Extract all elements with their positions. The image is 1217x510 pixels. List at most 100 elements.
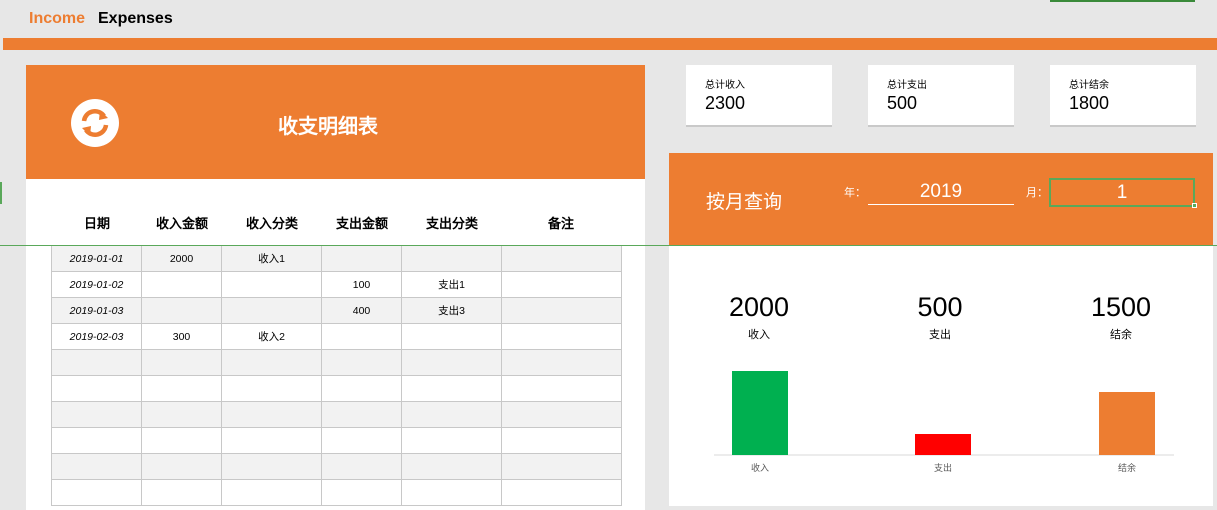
cell-expense-category[interactable] — [401, 401, 502, 428]
cell-date[interactable] — [51, 401, 142, 428]
table-row — [51, 453, 622, 480]
table-row: 2019-01-02 100 支出1 — [51, 271, 622, 298]
column-header-expense-category: 支出分类 — [425, 217, 478, 232]
cell-notes[interactable] — [501, 245, 622, 272]
total-income-label: 总计收入 — [705, 80, 745, 91]
query-title: 按月查询 — [706, 191, 783, 213]
monthly-chart-panel: 2000 收入 500 支出 1500 结余 收入 支出 结余 — [669, 246, 1213, 506]
total-balance-card: 总计结余 1800 — [1050, 65, 1196, 127]
cell-income-amount[interactable] — [141, 479, 222, 506]
cell-date[interactable] — [51, 375, 142, 402]
cell-income-category[interactable] — [221, 297, 322, 324]
cell-income-amount[interactable] — [141, 297, 222, 324]
cell-date[interactable]: 2019-02-03 — [51, 323, 142, 350]
cell-expense-amount[interactable] — [321, 375, 402, 402]
month-input[interactable] — [1049, 178, 1195, 207]
cell-income-category[interactable] — [221, 271, 322, 298]
refresh-button[interactable] — [71, 99, 119, 147]
title-bar: Income Expenses — [0, 0, 1217, 38]
cell-notes[interactable] — [501, 271, 622, 298]
cell-expense-amount[interactable] — [321, 323, 402, 350]
cell-income-category[interactable] — [221, 427, 322, 454]
cell-expense-amount[interactable] — [321, 245, 402, 272]
cell-notes[interactable] — [501, 349, 622, 376]
column-header-date: 日期 — [83, 217, 110, 232]
cell-income-category[interactable] — [221, 453, 322, 480]
cell-income-amount[interactable]: 2000 — [141, 245, 222, 272]
row-indicator — [0, 182, 2, 204]
total-income-value: 2300 — [705, 93, 746, 113]
cell-expense-amount[interactable] — [321, 479, 402, 506]
cell-income-amount[interactable] — [141, 271, 222, 298]
x-tick-label: 结余 — [1118, 462, 1136, 474]
table-row — [51, 349, 622, 376]
year-label: 年： — [844, 186, 866, 199]
cell-date[interactable]: 2019-01-01 — [51, 245, 142, 272]
table-row: 2019-01-01 2000 收入1 — [51, 245, 622, 272]
cell-expense-category[interactable]: 支出1 — [401, 271, 502, 298]
table-row — [51, 401, 622, 428]
cell-date[interactable]: 2019-01-03 — [51, 297, 142, 324]
cell-income-category[interactable]: 收入2 — [221, 323, 322, 350]
expenses-title[interactable]: Expenses — [98, 10, 173, 28]
income-title[interactable]: Income — [29, 10, 85, 28]
cell-notes[interactable] — [501, 427, 622, 454]
column-header-income-category: 收入分类 — [245, 217, 298, 232]
cell-expense-category[interactable] — [401, 245, 502, 272]
total-income-card: 总计收入 2300 — [686, 65, 832, 127]
cell-expense-amount[interactable]: 100 — [321, 271, 402, 298]
cell-expense-category[interactable] — [401, 323, 502, 350]
table-row — [51, 427, 622, 454]
bar-balance[interactable] — [1099, 392, 1155, 455]
x-tick-label: 收入 — [751, 462, 769, 474]
cell-income-amount[interactable] — [141, 401, 222, 428]
cell-income-category[interactable] — [221, 401, 322, 428]
cell-expense-category[interactable] — [401, 427, 502, 454]
cell-date[interactable]: 2019-01-02 — [51, 271, 142, 298]
fill-handle[interactable] — [1192, 203, 1197, 208]
cell-notes[interactable] — [501, 375, 622, 402]
cell-expense-category[interactable]: 支出3 — [401, 297, 502, 324]
cell-income-category[interactable]: 收入1 — [221, 245, 322, 272]
cell-date[interactable] — [51, 349, 142, 376]
cell-expense-amount[interactable]: 400 — [321, 297, 402, 324]
cell-expense-category[interactable] — [401, 453, 502, 480]
cell-income-category[interactable] — [221, 349, 322, 376]
cell-income-amount[interactable] — [141, 427, 222, 454]
bar-income[interactable] — [732, 371, 788, 455]
cell-expense-amount[interactable] — [321, 349, 402, 376]
cell-notes[interactable] — [501, 323, 622, 350]
cell-expense-amount[interactable] — [321, 453, 402, 480]
column-header-expense-amount: 支出金额 — [335, 217, 388, 232]
cell-notes[interactable] — [501, 479, 622, 506]
cell-expense-amount[interactable] — [321, 401, 402, 428]
refresh-icon — [81, 108, 109, 138]
ledger-column-headers: 日期 收入金额 收入分类 支出金额 支出分类 备注 — [52, 215, 620, 237]
cell-income-category[interactable] — [221, 479, 322, 506]
total-expense-value: 500 — [887, 93, 918, 113]
cell-expense-category[interactable] — [401, 375, 502, 402]
cell-date[interactable] — [51, 427, 142, 454]
cell-income-amount[interactable]: 300 — [141, 323, 222, 350]
cell-date[interactable] — [51, 479, 142, 506]
year-input[interactable] — [868, 179, 1014, 205]
cell-income-amount[interactable] — [141, 375, 222, 402]
ledger-title: 收支明细表 — [278, 114, 378, 138]
cell-expense-category[interactable] — [401, 479, 502, 506]
cell-income-amount[interactable] — [141, 349, 222, 376]
cell-expense-category[interactable] — [401, 349, 502, 376]
table-row — [51, 375, 622, 402]
cell-income-amount[interactable] — [141, 453, 222, 480]
cell-notes[interactable] — [501, 453, 622, 480]
accent-strip — [3, 38, 1217, 50]
table-row: 2019-01-03 400 支出3 — [51, 297, 622, 324]
cell-expense-amount[interactable] — [321, 427, 402, 454]
column-header-income-amount: 收入金额 — [155, 217, 208, 232]
ledger-table: 2019-01-01 2000 收入1 2019-01-02 100 支出1 2019-01… — [51, 245, 622, 506]
bar-expense[interactable] — [915, 434, 971, 455]
x-tick-label: 支出 — [934, 462, 952, 474]
cell-notes[interactable] — [501, 297, 622, 324]
cell-notes[interactable] — [501, 401, 622, 428]
cell-date[interactable] — [51, 453, 142, 480]
cell-income-category[interactable] — [221, 375, 322, 402]
